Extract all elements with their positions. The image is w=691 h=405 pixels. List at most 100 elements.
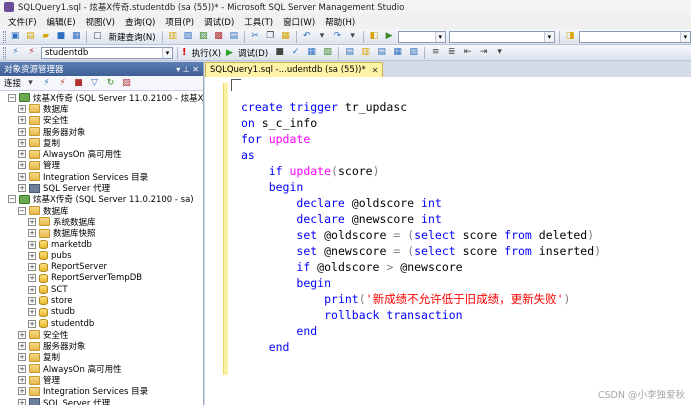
results-text-icon[interactable]: ▤ bbox=[375, 47, 388, 59]
dmx-query-icon[interactable]: ▤ bbox=[228, 31, 240, 43]
expand-icon[interactable]: + bbox=[18, 376, 26, 385]
expand-icon[interactable]: + bbox=[18, 116, 26, 125]
expand-icon[interactable]: + bbox=[18, 398, 26, 405]
expand-icon[interactable]: + bbox=[28, 263, 36, 272]
expand-icon[interactable]: + bbox=[28, 285, 36, 294]
db-engine-query-icon[interactable]: ▥ bbox=[167, 31, 179, 43]
tree-node[interactable]: + Integration Services 目录 bbox=[0, 171, 203, 183]
expand-icon[interactable]: + bbox=[28, 308, 36, 317]
tree-node[interactable]: + marketdb bbox=[0, 239, 203, 250]
menu-item[interactable]: 工具(T) bbox=[239, 16, 278, 28]
execute-icon[interactable]: ! bbox=[182, 47, 187, 58]
chevron-down-icon[interactable]: ▾ bbox=[24, 77, 37, 89]
menu-item[interactable]: 调试(D) bbox=[199, 16, 239, 28]
expand-icon[interactable]: + bbox=[28, 229, 36, 238]
debug-icon[interactable]: ▶ bbox=[226, 48, 233, 58]
query-designer-icon[interactable]: ▧ bbox=[321, 47, 334, 59]
tree-node[interactable]: + AlwaysOn 高可用性 bbox=[0, 363, 203, 375]
analysis-query-icon[interactable]: ▧ bbox=[182, 31, 194, 43]
connect-button[interactable]: 连接 bbox=[4, 77, 21, 89]
expand-icon[interactable]: + bbox=[18, 330, 26, 339]
connect-icon[interactable]: ⚡ bbox=[9, 47, 22, 59]
tree-node[interactable]: − 数据库 bbox=[0, 205, 203, 217]
debug-button[interactable]: 调试(D) bbox=[236, 47, 270, 59]
parse-icon[interactable]: ✓ bbox=[289, 47, 302, 59]
expand-icon[interactable]: + bbox=[18, 353, 26, 362]
new-query-icon[interactable]: ▢ bbox=[91, 31, 103, 43]
expand-icon[interactable]: + bbox=[28, 251, 36, 260]
tree-node[interactable]: + SQL Server 代理 bbox=[0, 397, 203, 405]
new-project-icon[interactable]: ▣ bbox=[9, 31, 21, 43]
outdent-icon[interactable]: ⇤ bbox=[461, 47, 474, 59]
paste-icon[interactable]: ▦ bbox=[279, 31, 291, 43]
tree-node[interactable]: − 炫基X传奇 (SQL Server 11.0.2100 - sa) bbox=[0, 194, 203, 205]
start-icon[interactable]: ▶ bbox=[383, 31, 395, 43]
comment-icon[interactable]: ≡ bbox=[429, 47, 442, 59]
results-grid-icon[interactable]: ▦ bbox=[391, 47, 404, 59]
tab-sqlquery1[interactable]: SQLQuery1.sql -...udentdb (sa (55))* ✕ bbox=[205, 62, 384, 77]
redo-icon[interactable]: ↷ bbox=[331, 31, 343, 43]
tree-node[interactable]: + studb bbox=[0, 307, 203, 318]
cancel-query-icon[interactable]: ■ bbox=[273, 47, 286, 59]
tree-node[interactable]: + 数据库快照 bbox=[0, 228, 203, 239]
expand-icon[interactable]: + bbox=[18, 104, 26, 113]
tree-node[interactable]: + pubs bbox=[0, 250, 203, 261]
outline-collapse-marker[interactable] bbox=[231, 79, 241, 91]
tree-node[interactable]: + store bbox=[0, 295, 203, 306]
menu-item[interactable]: 查询(Q) bbox=[120, 16, 160, 28]
menu-item[interactable]: 视图(V) bbox=[81, 16, 120, 28]
menu-item[interactable]: 窗口(W) bbox=[278, 16, 320, 28]
activity-monitor-icon[interactable]: ▨ bbox=[120, 77, 133, 89]
add-item-icon[interactable]: ▤ bbox=[24, 31, 36, 43]
tree-node[interactable]: + ReportServer bbox=[0, 261, 203, 272]
tree-node[interactable]: + ReportServerTempDB bbox=[0, 273, 203, 284]
mdx-query-icon[interactable]: ▨ bbox=[197, 31, 209, 43]
tree-node[interactable]: + 管理 bbox=[0, 160, 203, 171]
estimated-plan-icon[interactable]: ▦ bbox=[305, 47, 318, 59]
expand-icon[interactable]: + bbox=[18, 138, 26, 147]
menu-item[interactable]: 帮助(H) bbox=[320, 16, 360, 28]
tree-node[interactable]: + AlwaysOn 高可用性 bbox=[0, 148, 203, 160]
execute-button[interactable]: 执行(X) bbox=[190, 47, 223, 59]
expand-icon[interactable]: + bbox=[18, 342, 26, 351]
tree-node[interactable]: + SQL Server 代理 bbox=[0, 182, 203, 194]
copy-icon[interactable]: ❐ bbox=[264, 31, 276, 43]
tree-node[interactable]: − 炫基X传奇 (SQL Server 11.0.2100 - 炫基X传奇\31 bbox=[0, 92, 203, 104]
filter-icon[interactable]: ▽ bbox=[88, 77, 101, 89]
results-file-icon[interactable]: ▨ bbox=[407, 47, 420, 59]
find-combo[interactable]: ▾ bbox=[448, 30, 555, 43]
expand-icon[interactable]: + bbox=[18, 161, 26, 170]
expand-icon[interactable]: + bbox=[28, 274, 36, 283]
specify-values-icon[interactable]: ▾ bbox=[493, 47, 506, 59]
tree-node[interactable]: + 复制 bbox=[0, 137, 203, 149]
tree-node[interactable]: + 服务器对象 bbox=[0, 126, 203, 138]
expand-icon[interactable]: + bbox=[18, 127, 26, 136]
expand-icon[interactable]: + bbox=[18, 172, 26, 181]
uncomment-icon[interactable]: ≣ bbox=[445, 47, 458, 59]
panel-controls[interactable]: ▾ ⊥ ✕ bbox=[176, 65, 199, 74]
tree-node[interactable]: + 系统数据库 bbox=[0, 216, 203, 228]
toolbar-grip[interactable] bbox=[3, 30, 6, 43]
expand-icon[interactable]: + bbox=[28, 240, 36, 249]
tree-node[interactable]: + 服务器对象 bbox=[0, 341, 203, 352]
tree-node[interactable]: + SCT bbox=[0, 284, 203, 295]
connect-icon[interactable]: ⚡ bbox=[40, 77, 53, 89]
collapse-icon[interactable]: − bbox=[18, 206, 26, 215]
change-connection-icon[interactable]: ⚡ bbox=[25, 47, 38, 59]
collapse-icon[interactable]: − bbox=[8, 195, 16, 204]
stop-icon[interactable]: ■ bbox=[72, 77, 85, 89]
tree-node[interactable]: + Integration Services 目录 bbox=[0, 386, 203, 397]
cut-icon[interactable]: ✂ bbox=[249, 31, 261, 43]
expand-icon[interactable]: + bbox=[28, 217, 36, 226]
menu-item[interactable]: 编辑(E) bbox=[42, 16, 81, 28]
undo-icon[interactable]: ↶ bbox=[301, 31, 313, 43]
expand-icon[interactable]: + bbox=[18, 184, 26, 193]
include-plan-icon[interactable]: ▤ bbox=[343, 47, 356, 59]
xmla-query-icon[interactable]: ▩ bbox=[212, 31, 224, 43]
tree-node[interactable]: + 安全性 bbox=[0, 329, 203, 341]
solution-config-combo[interactable]: ▾ bbox=[398, 30, 446, 43]
new-query-button[interactable]: 新建查询(N) bbox=[107, 31, 158, 43]
expand-icon[interactable]: + bbox=[18, 150, 26, 159]
tree-node[interactable]: + studentdb bbox=[0, 318, 203, 329]
redo-dropdown-icon[interactable]: ▾ bbox=[346, 31, 358, 43]
